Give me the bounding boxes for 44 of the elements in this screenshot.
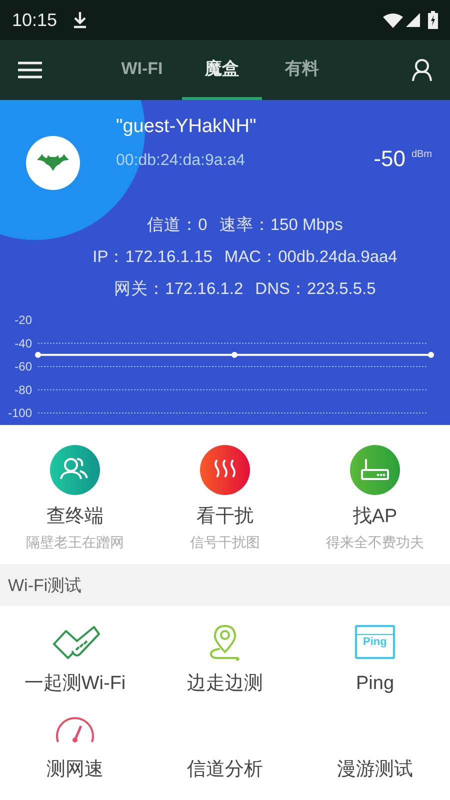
- download-icon: [73, 11, 88, 29]
- info-text: IP：172.16.1.15: [92, 247, 212, 268]
- test-label[interactable]: 漫游测试: [337, 760, 413, 780]
- tab[interactable]: 有料: [262, 40, 342, 100]
- tool-subtitle: 信号干扰图: [190, 534, 260, 552]
- wifi-icon: [383, 12, 403, 28]
- info-text: MAC：00db.24da.9aa4: [224, 247, 398, 268]
- battery-icon: [428, 11, 438, 29]
- test-label[interactable]: 边走边测: [187, 674, 263, 694]
- info-text: 速率：150 Mbps: [219, 215, 343, 236]
- info-text: 网关：172.16.1.2: [114, 279, 244, 300]
- data-point: [428, 352, 434, 358]
- axis-tick-label: -80: [14, 382, 32, 397]
- test-label[interactable]: 测网速: [46, 760, 104, 780]
- tool-title[interactable]: 找AP: [352, 503, 398, 529]
- signal-icon: [406, 13, 420, 27]
- axis-tick-label: -60: [14, 360, 32, 374]
- menu-icon[interactable]: [18, 61, 42, 79]
- data-point: [232, 352, 238, 358]
- data-point: [35, 352, 41, 358]
- axis-tick-label: -100: [8, 406, 32, 420]
- signal-unit: dBm: [411, 149, 432, 160]
- section-title: Wi-Fi测试: [8, 574, 82, 596]
- waves-icon[interactable]: [200, 445, 250, 495]
- axis-tick-label: -40: [14, 336, 32, 350]
- test-label[interactable]: 一起测Wi-Fi: [24, 674, 126, 694]
- user-icon[interactable]: [412, 59, 432, 81]
- tab[interactable]: WI-FI: [102, 40, 182, 100]
- people-icon[interactable]: [50, 445, 100, 495]
- status-time: 10:15: [12, 10, 58, 30]
- tool-title[interactable]: 看干扰: [196, 503, 254, 529]
- info-text: DNS：223.5.5.5: [255, 279, 376, 300]
- tool-subtitle: 隔壁老王在蹭网: [26, 534, 124, 552]
- tool-title[interactable]: 查终端: [46, 503, 104, 529]
- network-name: "guest-YHakNH": [116, 116, 258, 138]
- axis-tick-label: -20: [14, 313, 32, 327]
- info-text: 信道：0: [147, 215, 208, 236]
- test-label[interactable]: Ping: [356, 674, 394, 694]
- tool-subtitle: 得来全不费功夫: [326, 534, 424, 552]
- router-icon[interactable]: [350, 445, 400, 495]
- signal-value: -50: [374, 146, 406, 172]
- test-label[interactable]: 信道分析: [187, 760, 263, 780]
- bat-logo-icon: [26, 136, 80, 190]
- bssid-text: 00:db:24:da:9a:a4: [116, 152, 246, 170]
